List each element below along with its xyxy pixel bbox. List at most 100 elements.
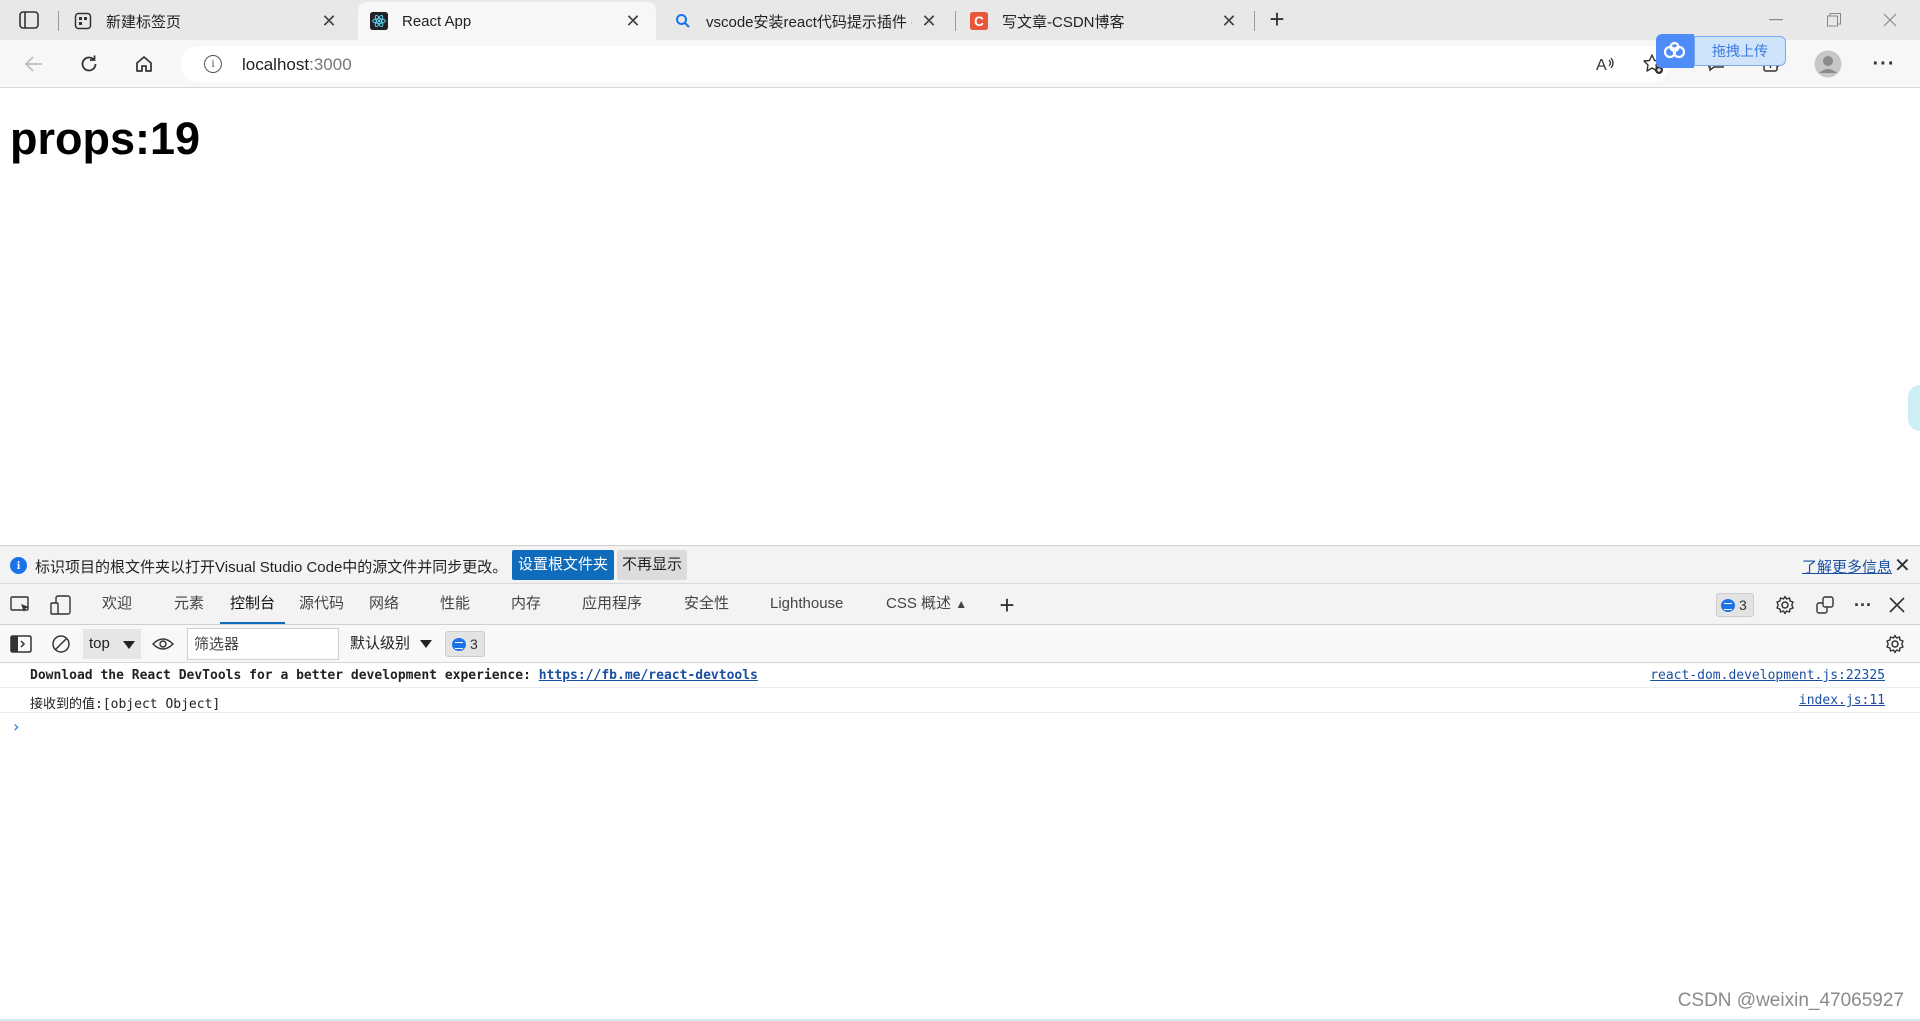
tab-css-overview[interactable]: CSS 概述 ▲ xyxy=(876,584,977,624)
close-icon[interactable]: ✕ xyxy=(920,11,938,31)
dont-show-again-button[interactable]: 不再显示 xyxy=(617,550,688,580)
tab-title: 写文章-CSDN博客 xyxy=(1002,13,1125,31)
csdn-logo-icon: C xyxy=(970,12,988,30)
console-message-text: Download the React DevTools for a better… xyxy=(30,668,758,683)
address-bar[interactable]: i localhost:3000 xyxy=(180,46,1670,82)
restore-icon[interactable] xyxy=(1814,6,1854,34)
infobar-message: 标识项目的根文件夹以打开Visual Studio Code中的源文件并同步更改… xyxy=(35,559,508,576)
console-message-text: 接收到的值:[object Object] xyxy=(30,697,221,712)
address-url[interactable]: localhost:3000 xyxy=(242,55,352,75)
learn-more-link[interactable]: 了解更多信息 xyxy=(1802,556,1892,577)
tab-lighthouse[interactable]: Lighthouse xyxy=(760,584,853,624)
console-prompt-icon[interactable]: › xyxy=(13,717,19,736)
close-icon[interactable]: ✕ xyxy=(624,11,642,31)
cloud-icon xyxy=(1656,34,1694,68)
tab-react-app[interactable]: React App ✕ xyxy=(358,2,656,40)
tab-sources[interactable]: 源代码 xyxy=(289,584,354,624)
tab-security[interactable]: 安全性 xyxy=(674,584,739,624)
tab-application[interactable]: 应用程序 xyxy=(572,584,652,624)
connect-device-icon[interactable] xyxy=(1814,594,1836,616)
url-port: :3000 xyxy=(309,55,352,74)
console-output: Download the React DevTools for a better… xyxy=(0,663,1920,1019)
tab-separator xyxy=(955,11,956,31)
tab-title: vscode安装react代码提示插件 - xyxy=(706,13,912,31)
close-icon[interactable]: ✕ xyxy=(1894,553,1911,578)
close-icon[interactable]: ✕ xyxy=(320,11,338,31)
tab-console[interactable]: 控制台 xyxy=(220,584,286,624)
tab-separator xyxy=(58,11,59,31)
site-info-icon[interactable]: i xyxy=(204,55,222,73)
tab-vscode-search[interactable]: vscode安装react代码提示插件 - ✕ xyxy=(662,2,952,40)
close-devtools-icon[interactable] xyxy=(1886,594,1908,616)
live-expression-eye-icon[interactable] xyxy=(152,633,174,655)
tab-performance[interactable]: 性能 xyxy=(430,584,480,624)
profile-avatar[interactable] xyxy=(1812,49,1844,79)
context-value: top xyxy=(89,635,110,652)
window-close-icon[interactable] xyxy=(1870,6,1910,34)
experiment-flask-icon: ▲ xyxy=(955,597,968,611)
tab-welcome[interactable]: 欢迎 xyxy=(92,584,142,624)
tab-actions-icon[interactable] xyxy=(16,8,42,32)
tab-network[interactable]: 网络 xyxy=(359,584,409,624)
reload-icon[interactable] xyxy=(73,49,105,79)
more-tabs-icon[interactable]: + xyxy=(996,590,1018,620)
page-viewport: props:19 xyxy=(0,89,1920,545)
baidu-upload-widget[interactable]: 拖拽上传 xyxy=(1656,34,1788,68)
clear-console-icon[interactable] xyxy=(50,633,72,655)
filter-input[interactable] xyxy=(187,628,339,660)
close-icon[interactable]: ✕ xyxy=(1220,11,1238,31)
log-level-value: 默认级别 xyxy=(350,635,411,652)
upload-label[interactable]: 拖拽上传 xyxy=(1694,36,1786,66)
minimize-icon[interactable] xyxy=(1756,6,1796,34)
dropdown-arrow-icon xyxy=(123,641,135,649)
message-text: Download the React DevTools for a better… xyxy=(30,668,539,683)
more-options-icon[interactable]: ··· xyxy=(1852,594,1874,616)
react-devtools-link[interactable]: https://fb.me/react-devtools xyxy=(539,668,758,683)
dropdown-arrow-icon xyxy=(420,640,433,649)
issues-badge[interactable]: 3 xyxy=(445,631,485,657)
new-tab-button[interactable]: + xyxy=(1264,6,1290,34)
settings-menu-icon[interactable]: ··· xyxy=(1868,49,1900,79)
browser-tab-strip: 新建标签页 ✕ React App ✕ vscode安装react代码提示插件 … xyxy=(0,0,1920,40)
context-selector[interactable]: top xyxy=(83,629,141,659)
console-message: Download the React DevTools for a better… xyxy=(0,663,1920,688)
device-emulation-icon[interactable] xyxy=(50,594,72,616)
console-toolbar: top 默认级别 3 xyxy=(0,625,1920,663)
tab-css-overview-label: CSS 概述 xyxy=(886,595,952,612)
tab-elements[interactable]: 元素 xyxy=(164,584,214,624)
devtools-tab-bar: 欢迎 元素 控制台 源代码 网络 性能 内存 应用程序 安全性 Lighthou… xyxy=(0,584,1920,625)
read-aloud-icon[interactable]: A xyxy=(1590,49,1622,79)
info-icon: i xyxy=(10,557,27,574)
set-root-folder-button[interactable]: 设置根文件夹 xyxy=(512,550,615,580)
new-tab-page-icon xyxy=(74,12,92,30)
tab-csdn-write[interactable]: C 写文章-CSDN博客 ✕ xyxy=(958,2,1252,40)
sidebar-toggle-handle[interactable] xyxy=(1908,385,1920,431)
page-heading: props:19 xyxy=(10,113,201,164)
log-level-dropdown[interactable]: 默认级别 xyxy=(350,625,433,663)
home-icon[interactable] xyxy=(128,49,160,79)
issues-icon xyxy=(1721,598,1735,612)
gear-icon[interactable] xyxy=(1774,594,1796,616)
browser-toolbar: i localhost:3000 A ··· xyxy=(0,40,1920,88)
tab-title: React App xyxy=(402,12,472,30)
svg-text:C: C xyxy=(974,14,984,29)
source-link[interactable]: react-dom.development.js:22325 xyxy=(1650,668,1885,683)
csdn-watermark: CSDN @weixin_47065927 xyxy=(1677,990,1904,1011)
issues-badge[interactable]: 3 xyxy=(1716,593,1754,617)
back-icon[interactable] xyxy=(18,49,50,79)
url-host: localhost xyxy=(242,55,310,74)
tab-memory[interactable]: 内存 xyxy=(501,584,551,624)
issues-icon xyxy=(452,637,466,651)
tab-title: 新建标签页 xyxy=(106,13,182,31)
inspect-element-icon[interactable] xyxy=(10,594,32,616)
devtools-infobar: i 标识项目的根文件夹以打开Visual Studio Code中的源文件并同步… xyxy=(0,545,1920,584)
tab-new-tab-page[interactable]: 新建标签页 ✕ xyxy=(62,2,352,40)
issues-count: 3 xyxy=(1739,597,1747,613)
search-icon xyxy=(674,12,692,30)
svg-text:A: A xyxy=(1596,57,1607,74)
console-settings-gear-icon[interactable] xyxy=(1884,633,1906,655)
react-logo-icon xyxy=(370,12,388,30)
source-link[interactable]: index.js:11 xyxy=(1799,693,1885,708)
tab-separator xyxy=(1254,11,1255,31)
sidebar-toggle-icon[interactable] xyxy=(10,633,32,655)
